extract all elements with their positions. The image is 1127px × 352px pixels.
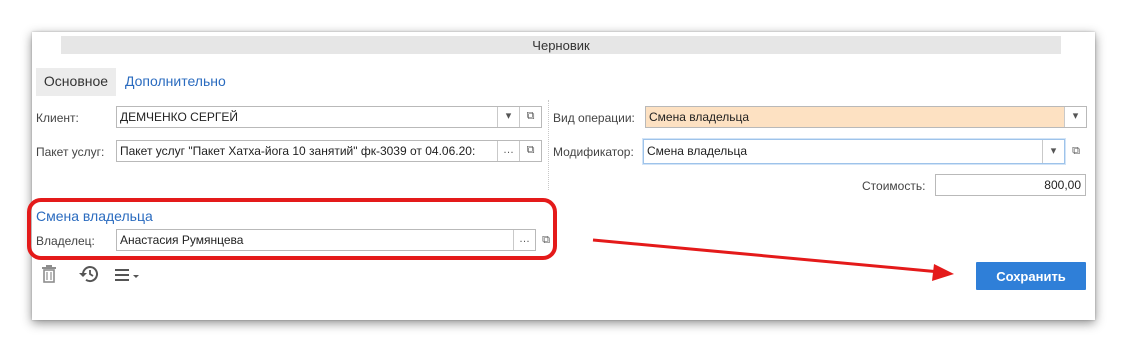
annotation-arrow bbox=[592, 238, 954, 281]
save-button[interactable]: Сохранить bbox=[976, 262, 1086, 290]
